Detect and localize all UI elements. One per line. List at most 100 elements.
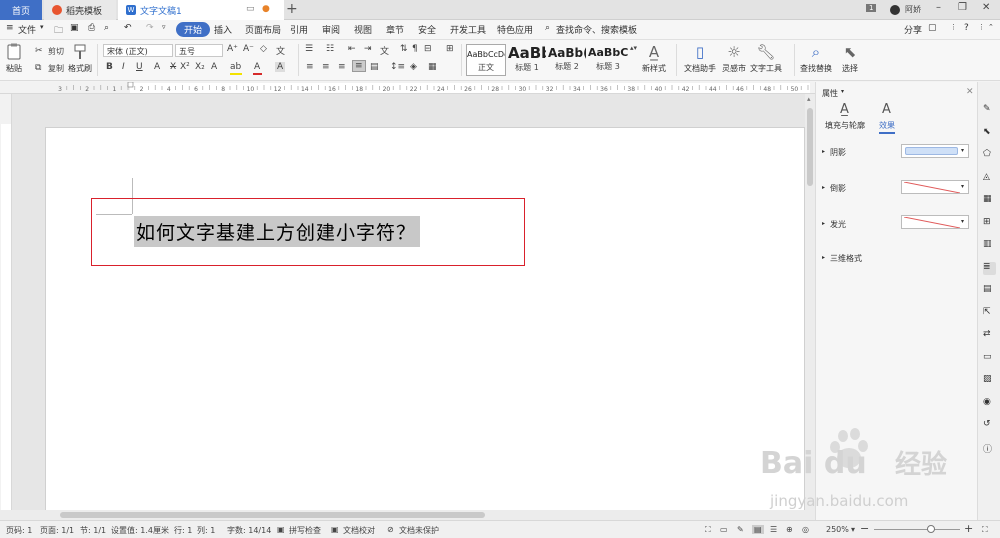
new-tab-button[interactable]: + — [286, 1, 298, 17]
underline-icon[interactable]: U — [136, 62, 143, 72]
eye-protect-icon[interactable]: ◎ — [802, 525, 809, 534]
strikethrough-icon[interactable]: X — [170, 62, 176, 72]
chart-icon[interactable]: ▥ — [983, 239, 996, 252]
expand-icon[interactable]: ▸ — [822, 254, 825, 261]
new-style-button[interactable]: A̲ 新样式 — [642, 43, 666, 74]
cut-button[interactable]: 剪切 — [48, 46, 64, 57]
chinese-layout-icon[interactable]: 文 — [380, 44, 389, 57]
menu-insert[interactable]: 插入 — [214, 23, 232, 36]
zoom-out-button[interactable]: − — [860, 522, 869, 535]
increase-indent-icon[interactable]: ⇥ — [364, 44, 372, 54]
three-d-format-label[interactable]: 三维格式 — [830, 253, 862, 264]
reflection-label[interactable]: 倒影 — [830, 183, 846, 194]
bullet-list-icon[interactable]: ☰ — [305, 44, 313, 54]
tab-fill-outline[interactable]: 填充与轮廓 — [825, 120, 865, 131]
properties-icon[interactable]: ≣ — [983, 262, 996, 275]
table-icon[interactable]: ▦ — [983, 194, 996, 207]
more-icon[interactable]: ⋮ — [950, 23, 957, 31]
tab-home[interactable]: 首页 — [0, 0, 42, 20]
highlight-icon[interactable]: ab — [230, 62, 241, 72]
copy-button[interactable]: 复制 — [48, 63, 64, 74]
style-heading-3[interactable]: AaBbC( 标题 3 — [588, 44, 628, 76]
minimize-icon[interactable]: – — [936, 2, 941, 13]
fullscreen-icon[interactable]: ⛶ — [705, 525, 711, 535]
text-tools-button[interactable]: 🔧︎ 文字工具 — [750, 43, 782, 74]
translate-icon[interactable]: ⇄ — [983, 329, 996, 342]
italic-icon[interactable]: I — [122, 62, 125, 72]
superscript-icon[interactable]: X² — [180, 62, 190, 72]
pen-icon[interactable]: ✎ — [983, 104, 996, 117]
borders-icon[interactable]: ▦ — [428, 62, 437, 72]
indent-marker[interactable] — [127, 82, 134, 88]
scroll-up-icon[interactable]: ▴ — [807, 95, 811, 103]
cursor-icon[interactable]: ⬉ — [983, 127, 996, 140]
phonetic-icon[interactable]: 文 — [276, 44, 285, 57]
numbered-list-icon[interactable]: ☷ — [326, 44, 334, 54]
vertical-scrollbar[interactable]: ▴ — [805, 94, 815, 510]
fill-outline-icon[interactable]: A̲ — [840, 102, 849, 117]
status-pages[interactable]: 页面: 1/1 — [40, 525, 74, 536]
tab-window-icon[interactable]: ▭ — [246, 4, 255, 14]
status-setting-value[interactable]: 设置值: 1.4厘米 — [111, 525, 169, 536]
user-name[interactable]: 阿娇 — [905, 4, 921, 15]
style-normal[interactable]: AaBbCcDd 正文 — [466, 44, 506, 76]
grow-font-icon[interactable]: A⁺ — [227, 44, 238, 54]
clear-format-icon[interactable]: ◇ — [260, 44, 267, 54]
font-effect-icon[interactable]: A — [154, 62, 160, 72]
document-text-selected[interactable]: 如何文字基建上方创建小字符？ — [134, 216, 421, 247]
bold-icon[interactable]: B — [106, 62, 113, 72]
inspiration-button[interactable]: ☼ 灵感市 — [722, 43, 746, 74]
menu-page-layout[interactable]: 页面布局 — [245, 23, 281, 36]
style-heading-1[interactable]: AaBb 标题 1 — [508, 44, 546, 76]
shrink-font-icon[interactable]: A⁻ — [243, 44, 254, 54]
sort-icon[interactable]: ⇅ — [400, 44, 408, 54]
cut-icon[interactable]: ✂ — [35, 46, 43, 56]
undo-icon[interactable]: ↶ — [124, 23, 132, 33]
avatar[interactable] — [890, 5, 900, 15]
glow-label[interactable]: 发光 — [830, 219, 846, 230]
chevron-down-icon[interactable]: ▾ — [40, 23, 44, 31]
history-icon[interactable]: ↺ — [983, 419, 996, 432]
shadow-label[interactable]: 阴影 — [830, 147, 846, 158]
redo-icon[interactable]: ↷ — [146, 23, 154, 33]
menu-references[interactable]: 引用 — [290, 23, 308, 36]
menu-developer[interactable]: 开发工具 — [450, 23, 486, 36]
search-icon[interactable]: ⌕ — [545, 23, 550, 33]
reflection-select[interactable]: ▾ — [901, 180, 969, 194]
command-search[interactable]: 查找命令、搜索模板 — [556, 23, 637, 36]
web-view-icon[interactable]: ⊕ — [786, 525, 793, 534]
vertical-ruler[interactable] — [0, 94, 12, 510]
find-replace-button[interactable]: ⌕ 查找替换 — [800, 43, 832, 74]
share-button[interactable]: 分享 — [904, 23, 922, 36]
line-spacing-icon[interactable]: ↕≡ — [390, 62, 405, 72]
help-icon[interactable]: ? — [964, 23, 969, 33]
page-view-icon[interactable]: ▤ — [752, 525, 764, 534]
reading-layout-icon[interactable]: ▭ — [720, 525, 728, 534]
zoom-in-button[interactable]: + — [964, 522, 973, 535]
horizontal-ruler[interactable]: 3 2 1 2 4 6 8 10 12 14 16 18 20 22 24 26 28 30 32 34 36 38 40 4… — [0, 82, 815, 94]
distributed-icon[interactable]: ▤ — [370, 62, 379, 72]
copy-icon[interactable]: ⧉ — [35, 63, 41, 73]
tab-docer-templates[interactable]: 稻壳模板 — [44, 0, 116, 20]
style-heading-2[interactable]: AaBb( 标题 2 — [548, 44, 586, 76]
decrease-indent-icon[interactable]: ⇤ — [348, 44, 356, 54]
restore-icon[interactable]: ❐ — [958, 2, 967, 13]
show-marks-icon[interactable]: ¶ — [412, 44, 418, 54]
image-icon[interactable]: ▨ — [983, 374, 996, 387]
glow-select[interactable]: ▾ — [901, 215, 969, 229]
doc-helper-button[interactable]: ▯ 文档助手 — [684, 43, 716, 74]
write-mode-icon[interactable]: ✎ — [737, 525, 744, 534]
document-icon[interactable]: ▤ — [983, 284, 996, 297]
grid-icon[interactable]: ⊞ — [446, 44, 454, 54]
vertical-scroll-thumb[interactable] — [807, 108, 813, 186]
menu-chapter[interactable]: 章节 — [386, 23, 404, 36]
font-color-icon[interactable]: A — [254, 62, 260, 72]
align-center-icon[interactable]: ≡ — [322, 62, 330, 72]
badge-count[interactable]: 1 — [866, 4, 877, 12]
save-icon[interactable]: ▣ — [70, 23, 79, 33]
menu-security[interactable]: 安全 — [418, 23, 436, 36]
navigation-icon[interactable]: ◉ — [983, 397, 996, 410]
tab-effect[interactable]: 效果 — [879, 120, 895, 134]
document-protection[interactable]: 文档未保护 — [399, 525, 439, 536]
document-canvas[interactable]: 如何文字基建上方创建小字符？ — [12, 94, 805, 510]
